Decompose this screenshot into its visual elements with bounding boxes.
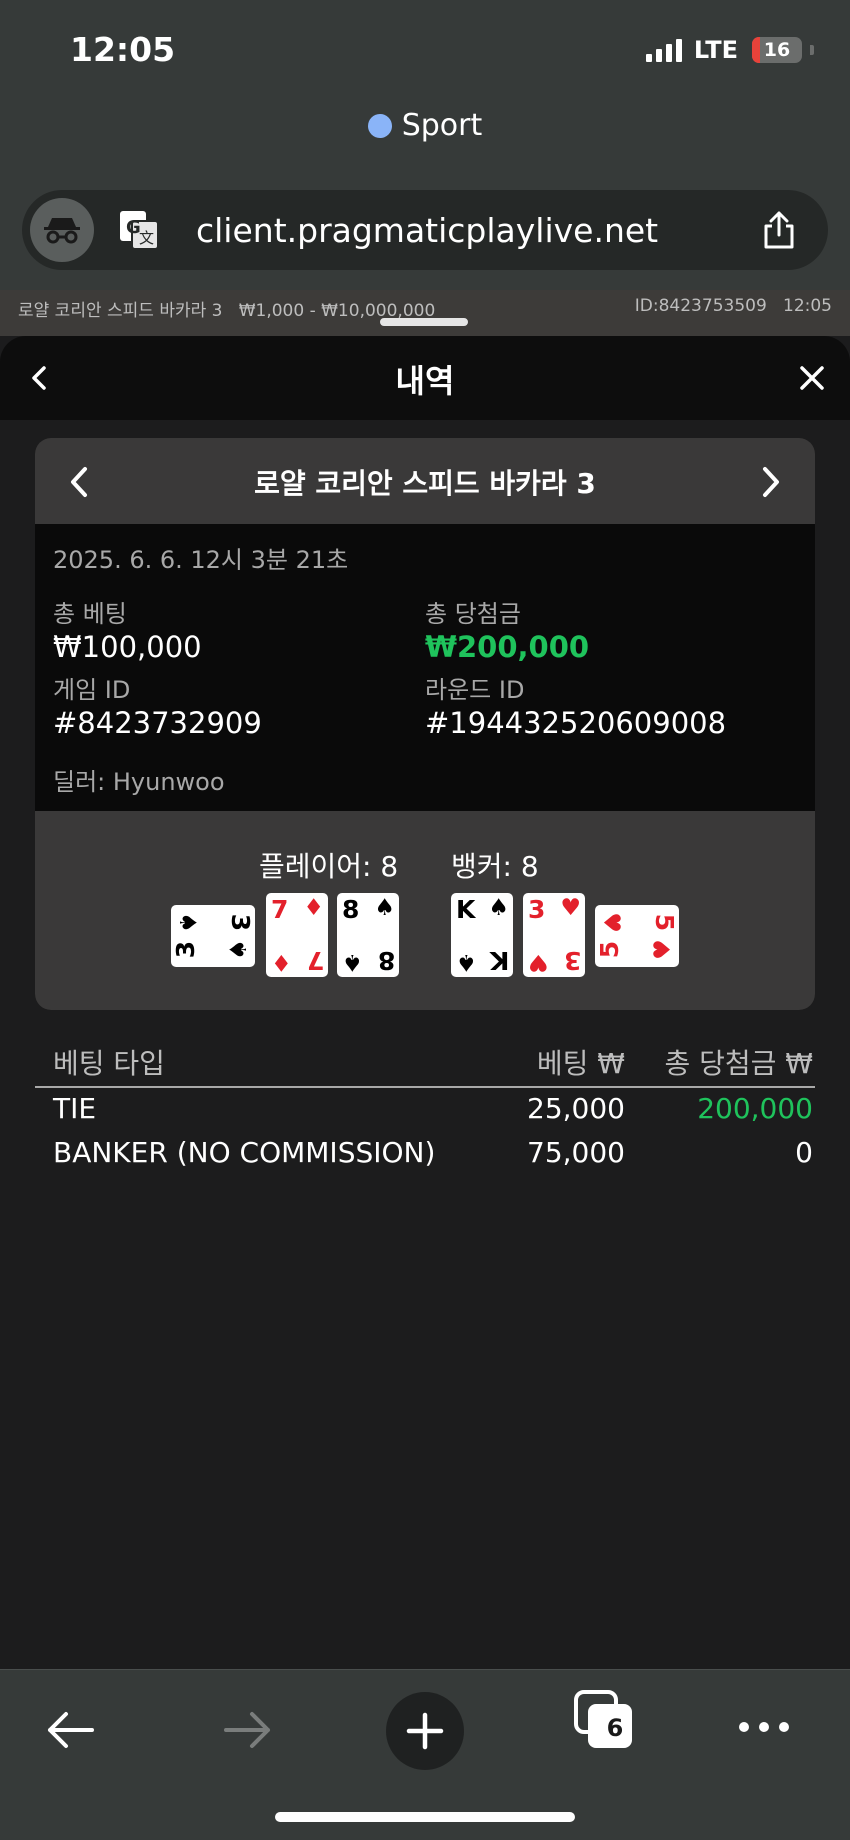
game-info-strip: 로얄 코리안 스피드 바카라 3 ₩1,000 - ₩10,000,000 ID… bbox=[0, 290, 850, 336]
card-suit: ♦ bbox=[303, 895, 324, 921]
col-win-amount: 총 당첨금 ₩ bbox=[664, 1047, 813, 1080]
translate-icon[interactable]: G 文 bbox=[118, 209, 160, 251]
forward-arrow-icon[interactable] bbox=[222, 1708, 274, 1752]
card-rank: K bbox=[489, 946, 509, 975]
card-suit: ♠ bbox=[374, 895, 395, 921]
network-label: LTE bbox=[693, 36, 738, 64]
card-rank: 3 bbox=[563, 946, 581, 975]
round-id-value: #194432520609008 bbox=[425, 706, 727, 740]
win-amount: 0 bbox=[795, 1136, 813, 1169]
round-id-label: 라운드 ID bbox=[425, 676, 525, 704]
card-rank: 8 bbox=[342, 895, 360, 924]
battery-level: 16 bbox=[763, 39, 791, 61]
sheet-title: 내역 bbox=[395, 362, 455, 400]
svg-text:文: 文 bbox=[139, 229, 154, 247]
card-suit: ♠ bbox=[173, 912, 200, 933]
cards-area: 플레이어: 8 뱅커: 8 ♠ 3 3 ♠ 7 ♦ ♦ 7 8 ♠ ♠ 8 K ♠ ♠ K 3 ♥ ♥ 3 ♥ 5 5 ♥ bbox=[35, 811, 815, 1010]
banker-card-2: 3 ♥ ♥ 3 bbox=[523, 893, 585, 977]
plus-icon bbox=[406, 1712, 444, 1750]
card-rank: 3 bbox=[171, 940, 201, 959]
table-row: BANKER (NO COMMISSION) 75,000 0 bbox=[35, 1132, 815, 1176]
bet-amount: 75,000 bbox=[527, 1136, 625, 1169]
card-rank: K bbox=[456, 895, 476, 924]
home-indicator[interactable] bbox=[275, 1812, 575, 1822]
battery-icon: 16 bbox=[752, 37, 802, 63]
game-time: 12:05 bbox=[783, 296, 832, 316]
col-bet-amount: 베팅 ₩ bbox=[536, 1047, 625, 1080]
new-tab-button[interactable] bbox=[386, 1692, 464, 1770]
card-suit: ♠ bbox=[488, 895, 509, 921]
url-text[interactable]: client.pragmaticplaylive.net bbox=[196, 211, 762, 250]
bets-table-header: 베팅 타입 베팅 ₩ 총 당첨금 ₩ bbox=[35, 1036, 815, 1088]
status-time: 12:05 bbox=[70, 30, 176, 69]
player-card-2: 7 ♦ ♦ 7 bbox=[266, 893, 328, 977]
dealer-name: 딜러: Hyunwoo bbox=[53, 768, 225, 796]
card-rank: 3 bbox=[528, 895, 546, 924]
round-nav: 로얄 코리안 스피드 바카라 3 bbox=[35, 438, 815, 524]
tabs-button[interactable]: 6 bbox=[574, 1690, 634, 1750]
sheet-header: 내역 bbox=[0, 336, 850, 420]
sheet-grab-handle[interactable] bbox=[380, 318, 468, 326]
col-bet-type: 베팅 타입 bbox=[53, 1047, 165, 1080]
total-bet-value: ₩100,000 bbox=[53, 630, 202, 664]
card-suit: ♥ bbox=[528, 949, 549, 975]
tab-dot-icon bbox=[367, 114, 392, 138]
player-score: 플레이어: 8 bbox=[259, 850, 399, 883]
card-rank: 3 bbox=[225, 913, 255, 932]
signal-icon bbox=[645, 38, 682, 62]
status-indicators: LTE 16 bbox=[645, 36, 814, 64]
banker-card-3: ♥ 5 5 ♥ bbox=[595, 905, 679, 967]
card-suit: ♠ bbox=[342, 949, 363, 975]
bet-type: TIE bbox=[53, 1092, 97, 1125]
total-bet-label: 총 베팅 bbox=[53, 600, 127, 628]
game-id-label: 게임 ID bbox=[53, 676, 131, 704]
url-bar[interactable]: G 文 client.pragmaticplaylive.net bbox=[22, 190, 828, 270]
total-win-value: ₩200,000 bbox=[425, 630, 590, 664]
tab-title[interactable]: Sport bbox=[0, 108, 850, 143]
round-timestamp: 2025. 6. 6. 12시 3분 21초 bbox=[53, 546, 349, 574]
next-round-icon[interactable] bbox=[755, 465, 785, 499]
bet-type: BANKER (NO COMMISSION) bbox=[53, 1136, 436, 1169]
share-icon[interactable] bbox=[762, 210, 796, 250]
back-arrow-icon[interactable] bbox=[44, 1708, 96, 1752]
browser-chrome: 12:05 LTE 16 Sport G 文 client.pragmaticp… bbox=[0, 0, 850, 290]
more-icon[interactable] bbox=[738, 1720, 790, 1734]
card-rank: 5 bbox=[649, 913, 679, 932]
round-table-title: 로얄 코리안 스피드 바카라 3 bbox=[254, 467, 596, 500]
game-id: ID:8423753509 bbox=[634, 296, 767, 316]
round-info: 2025. 6. 6. 12시 3분 21초 총 베팅 ₩100,000 총 당… bbox=[35, 524, 815, 811]
card-suit: ♠ bbox=[226, 939, 253, 960]
close-icon[interactable] bbox=[794, 360, 830, 396]
card-suit: ♥ bbox=[650, 939, 677, 960]
game-id-value: #8423732909 bbox=[53, 706, 262, 740]
game-table-name: 로얄 코리안 스피드 바카라 3 bbox=[18, 301, 223, 321]
card-suit: ♦ bbox=[271, 949, 292, 975]
win-amount: 200,000 bbox=[697, 1092, 813, 1125]
round-card: 로얄 코리안 스피드 바카라 3 2025. 6. 6. 12시 3분 21초 … bbox=[35, 438, 815, 1010]
banker-card-1: K ♠ ♠ K bbox=[451, 893, 513, 977]
player-card-1: ♠ 3 3 ♠ bbox=[171, 905, 255, 967]
tab-title-text: Sport bbox=[401, 108, 483, 143]
total-win-label: 총 당첨금 bbox=[425, 600, 521, 628]
bets-table: 베팅 타입 베팅 ₩ 총 당첨금 ₩ TIE 25,000 200,000 BA… bbox=[35, 1036, 815, 1176]
player-card-3: 8 ♠ ♠ 8 bbox=[337, 893, 399, 977]
card-rank: 8 bbox=[377, 946, 395, 975]
history-sheet: 내역 로얄 코리안 스피드 바카라 3 2025. 6. 6. 12시 3분 2… bbox=[0, 336, 850, 1669]
card-rank: 7 bbox=[306, 946, 324, 975]
card-suit: ♥ bbox=[597, 912, 624, 933]
banker-score: 뱅커: 8 bbox=[451, 850, 539, 883]
card-rank: 7 bbox=[271, 895, 289, 924]
card-suit: ♥ bbox=[560, 895, 581, 921]
browser-toolbar: 6 bbox=[0, 1669, 850, 1840]
table-row: TIE 25,000 200,000 bbox=[35, 1088, 815, 1132]
incognito-icon[interactable] bbox=[30, 198, 94, 262]
card-rank: 5 bbox=[595, 940, 625, 959]
tab-count: 6 bbox=[606, 1714, 624, 1742]
bet-amount: 25,000 bbox=[527, 1092, 625, 1125]
card-suit: ♠ bbox=[456, 949, 477, 975]
